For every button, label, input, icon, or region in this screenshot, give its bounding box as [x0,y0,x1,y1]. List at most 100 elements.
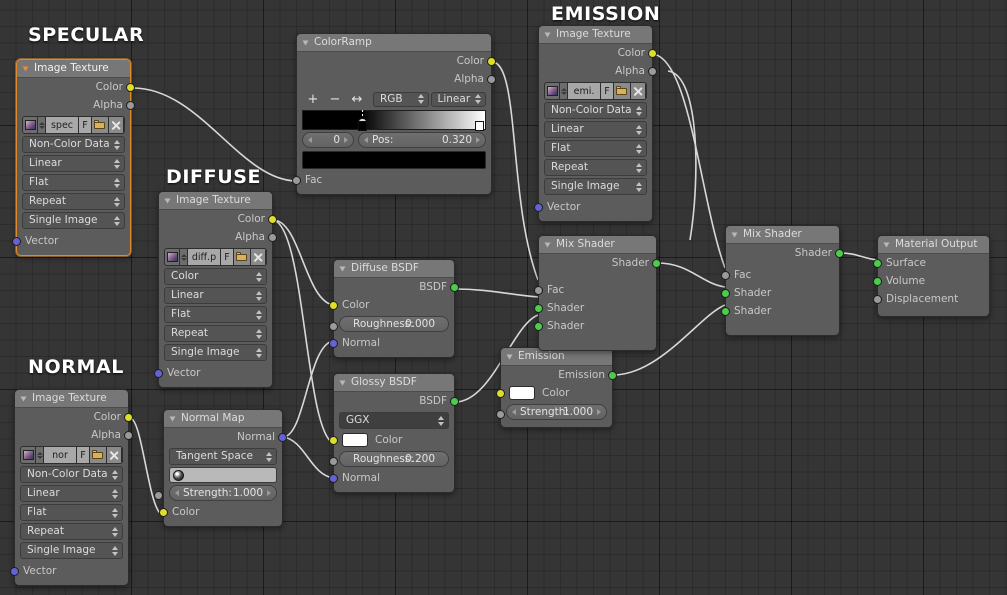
projection-dropdown[interactable]: Flat [164,306,267,323]
node-header[interactable]: Normal Map [164,410,282,428]
colorramp-stop-end[interactable] [475,110,484,131]
node-glossy-bsdf[interactable]: Glossy BSDF BSDF GGX Color Roughness: 0.… [329,373,459,493]
roughness-field[interactable]: Roughness: 0.200 [339,451,449,467]
unlink-close-icon[interactable] [107,447,122,463]
projection-dropdown[interactable]: Flat [20,504,123,521]
socket-color-out[interactable] [268,215,277,224]
colorspace-dropdown[interactable]: Color [164,268,267,285]
node-material-output[interactable]: Material Output Surface Volume Displacem… [873,235,990,317]
socket-color-in[interactable] [329,301,338,310]
socket-normal-in[interactable] [329,339,338,348]
source-dropdown[interactable]: Single Image [20,542,123,559]
image-datablock-row[interactable]: spec F [22,116,125,134]
socket-color-in[interactable] [329,436,338,445]
socket-vector-in[interactable] [12,237,21,246]
source-dropdown[interactable]: Single Image [544,178,647,195]
unlink-close-icon[interactable] [631,83,646,99]
glossy-color-swatch[interactable] [342,433,368,447]
source-dropdown[interactable]: Single Image [164,344,267,361]
node-header[interactable]: Diffuse BSDF [334,260,454,278]
node-image-texture-diffuse[interactable]: Image Texture Color Alpha diff.p F Color [154,191,277,388]
uv-map-field[interactable] [169,467,277,483]
fake-user-button[interactable]: F [79,117,92,133]
extension-dropdown[interactable]: Repeat [544,159,647,176]
image-name-field[interactable]: emi. [568,83,601,99]
socket-color-out[interactable] [648,49,657,58]
socket-shader1-in[interactable] [721,289,730,298]
image-browse-icon[interactable] [180,249,188,265]
socket-fac-in[interactable] [292,176,301,185]
colorspace-dropdown[interactable]: Non-Color Data [22,136,125,153]
colorramp-stop-selected[interactable] [358,110,367,131]
socket-volume-in[interactable] [873,277,882,286]
socket-alpha-out[interactable] [268,233,277,242]
socket-color-out[interactable] [126,83,135,92]
shader-node-editor[interactable]: SPECULAR DIFFUSE NORMAL EMISSION Image T… [0,0,1007,595]
node-header[interactable]: Image Texture [159,192,272,210]
image-datablock-row[interactable]: emi. F [544,82,647,100]
node-header[interactable]: Image Texture [15,390,128,408]
extension-dropdown[interactable]: Repeat [20,523,123,540]
source-dropdown[interactable]: Single Image [22,212,125,229]
emission-color-swatch[interactable] [509,386,535,400]
add-stop-button[interactable]: + [302,92,324,107]
color-mode-dropdown[interactable]: RGB [373,91,429,107]
colorramp-pos-field[interactable]: Pos: 0.320 [358,132,486,148]
socket-shader-out[interactable] [652,259,661,268]
open-folder-icon[interactable] [90,447,107,463]
image-datablock-row[interactable]: diff.p F [164,248,267,266]
node-header[interactable]: Image Texture [17,60,130,78]
socket-alpha-out[interactable] [487,75,496,84]
collapse-triangle-icon[interactable] [544,242,551,247]
image-name-field[interactable]: diff.p [188,249,221,265]
extension-dropdown[interactable]: Repeat [164,325,267,342]
socket-emission-out[interactable] [608,371,617,380]
socket-fac-in[interactable] [721,271,730,280]
socket-shader2-in[interactable] [721,307,730,316]
projection-dropdown[interactable]: Flat [22,174,125,191]
interpolation-dropdown[interactable]: Linear [22,155,125,172]
socket-color-in[interactable] [159,508,168,517]
strength-field[interactable]: Strength: 1.000 [169,485,277,501]
node-image-texture-specular[interactable]: Image Texture Color Alpha spec F Non-Col… [12,59,135,256]
projection-dropdown[interactable]: Flat [544,140,647,157]
socket-shader1-in[interactable] [534,304,543,313]
unlink-close-icon[interactable] [109,117,124,133]
fake-user-button[interactable]: F [221,249,234,265]
socket-bsdf-out[interactable] [450,283,459,292]
image-name-field[interactable]: spec [46,117,79,133]
socket-fac-in[interactable] [534,286,543,295]
open-folder-icon[interactable] [234,249,251,265]
collapse-triangle-icon[interactable] [302,40,309,45]
fake-user-button[interactable]: F [77,447,90,463]
collapse-triangle-icon[interactable] [544,32,551,37]
image-name-field[interactable]: nor [44,447,77,463]
open-folder-icon[interactable] [92,117,109,133]
socket-color-out[interactable] [124,413,133,422]
flip-ramp-button[interactable]: ↔ [346,92,368,107]
socket-alpha-out[interactable] [126,101,135,110]
node-image-texture-normal[interactable]: Image Texture Color Alpha nor F Non-Colo… [10,389,133,586]
collapse-triangle-icon[interactable] [731,232,738,237]
open-folder-icon[interactable] [614,83,631,99]
socket-color-out[interactable] [487,57,496,66]
collapse-triangle-icon[interactable] [339,266,346,271]
interpolation-dropdown[interactable]: Linear [164,287,267,304]
socket-vector-in[interactable] [534,203,543,212]
colorramp-gradient[interactable] [302,110,486,131]
collapse-triangle-icon[interactable] [20,396,27,401]
image-browse-icon[interactable] [36,447,44,463]
colorramp-selected-color-swatch[interactable] [302,151,486,169]
collapse-triangle-icon[interactable] [169,416,176,421]
node-normal-map[interactable]: Normal Map Normal Tangent Space Strength… [154,409,287,527]
interpolation-dropdown[interactable]: Linear [544,121,647,138]
socket-roughness-in[interactable] [329,322,338,331]
socket-strength-in[interactable] [154,491,163,500]
remove-stop-button[interactable]: − [324,92,346,107]
node-image-texture-emission[interactable]: Image Texture Color Alpha emi. F Non-Col… [534,25,657,222]
node-mix-shader-2[interactable]: Mix Shader Shader Fac Shader Shader [721,225,844,336]
socket-normal-in[interactable] [329,474,338,483]
socket-alpha-out[interactable] [648,67,657,76]
node-header[interactable]: Mix Shader [726,226,839,244]
socket-surface-in[interactable] [873,259,882,268]
